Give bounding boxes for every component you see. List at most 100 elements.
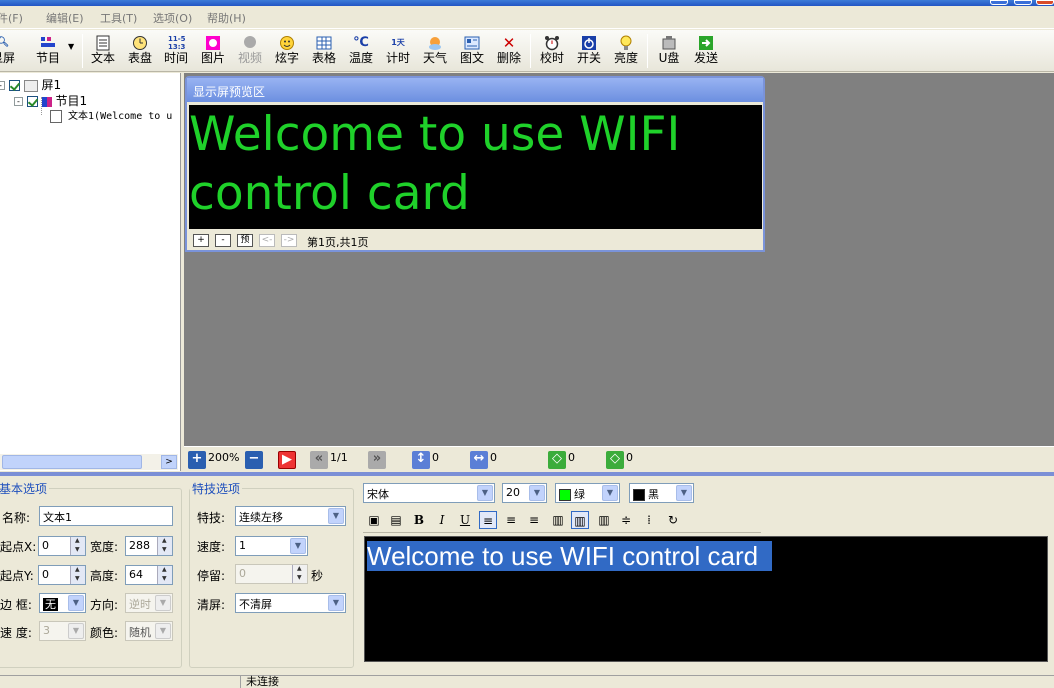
toolbar-timing-button[interactable]: 校时	[538, 35, 566, 69]
menu-file[interactable]: 文件(F)	[0, 10, 23, 26]
tree-node-screen[interactable]: - 屏1	[0, 76, 61, 93]
minimize-button[interactable]	[990, 0, 1008, 5]
scroll-right-icon[interactable]: >	[161, 455, 177, 469]
close-button[interactable]	[1036, 0, 1054, 5]
align-left-icon[interactable]: ≡	[479, 511, 497, 529]
toolbar-text-button[interactable]: 文本	[89, 35, 117, 69]
chevron-down-icon[interactable]: ▼	[68, 42, 74, 51]
maximize-button[interactable]	[1014, 0, 1032, 5]
chevron-down-icon[interactable]: ▼	[477, 485, 493, 501]
chevron-down-icon[interactable]: ▼	[155, 623, 171, 639]
toolbar-delete-button[interactable]: ✕ 删除	[495, 35, 523, 69]
menu-options[interactable]: 选项(O)	[153, 10, 192, 26]
tree-node-text[interactable]: 文本1(Welcome to u	[50, 107, 172, 123]
toolbar-send-button[interactable]: 发送	[692, 35, 720, 69]
chevron-down-icon[interactable]: ▼	[290, 538, 306, 554]
clear-select[interactable]: 不清屏 ▼	[235, 593, 346, 613]
valign-bottom-icon[interactable]: ▥	[595, 511, 613, 529]
vertical-resize-icon[interactable]: ◇	[548, 451, 566, 469]
prev-page-button[interactable]: <-	[259, 234, 275, 247]
border-select[interactable]: 无 ▼	[39, 593, 86, 613]
chevron-down-icon[interactable]: ▼	[529, 485, 545, 501]
toolbar-fancy-text-button[interactable]: 炫字	[273, 35, 301, 69]
toolbar-power-button[interactable]: 开关	[575, 35, 603, 69]
open-folder-icon[interactable]: ▤	[387, 511, 405, 529]
strikethrough-icon[interactable]: ≑	[617, 511, 635, 529]
menu-tools[interactable]: 工具(T)	[100, 10, 137, 26]
chevron-down-icon[interactable]: ▼	[676, 485, 692, 501]
menu-edit[interactable]: 编辑(E)	[46, 10, 84, 26]
y-spinner[interactable]	[70, 566, 85, 584]
speed-select[interactable]: 1 ▼	[235, 536, 308, 556]
zoom-out-icon[interactable]: −	[245, 451, 263, 469]
chevron-down-icon[interactable]: ▼	[155, 595, 171, 611]
underline-icon[interactable]: U	[456, 511, 474, 529]
name-input[interactable]: 文本1	[39, 506, 173, 526]
height-input[interactable]: 64	[125, 565, 173, 585]
chevron-down-icon[interactable]: ▼	[328, 508, 344, 524]
toolbar-usb-button[interactable]: U盘	[655, 35, 683, 69]
x-spinner[interactable]	[70, 537, 85, 555]
preview-button[interactable]: 预	[237, 234, 253, 247]
toolbar-display-button[interactable]: 🔍︎ 显屏	[0, 35, 16, 69]
toolbar-temperature-button[interactable]: ℃ 温度	[347, 35, 375, 69]
border-speed-select[interactable]: 3 ▼	[39, 621, 86, 641]
effect-select[interactable]: 连续左移 ▼	[235, 506, 346, 526]
text-color-select[interactable]: 绿 ▼	[555, 483, 620, 503]
stay-input[interactable]: 0	[235, 564, 308, 584]
toolbar-picture-button[interactable]: 图片	[199, 35, 227, 69]
play-icon[interactable]: ▶	[278, 451, 296, 469]
chevron-down-icon[interactable]: ▼	[328, 595, 344, 611]
italic-icon[interactable]: I	[433, 511, 451, 529]
valign-top-icon[interactable]: ▥	[549, 511, 567, 529]
spacing-icon[interactable]: ⁞	[640, 511, 658, 529]
program-checkbox[interactable]	[26, 96, 38, 107]
scrollbar-thumb[interactable]	[2, 455, 142, 469]
vertical-move-icon[interactable]: ↕	[412, 451, 430, 469]
screen-checkbox[interactable]	[8, 80, 20, 91]
collapse-icon[interactable]: -	[14, 97, 23, 106]
tree-horizontal-scrollbar[interactable]: >	[0, 454, 178, 470]
toolbar-countdown-button[interactable]: 1天 计时	[384, 35, 412, 69]
valign-middle-icon[interactable]: ▥	[571, 511, 589, 529]
direction-select[interactable]: 逆时 ▼	[125, 593, 173, 613]
toolbar-time-button[interactable]: 11-5 13:3 时间	[162, 35, 190, 69]
bg-color-select[interactable]: 黑 ▼	[629, 483, 694, 503]
chevron-down-icon[interactable]: ▼	[68, 623, 84, 639]
align-right-icon[interactable]: ≡	[525, 511, 543, 529]
last-page-icon[interactable]: »	[368, 451, 386, 469]
editor-selected-text[interactable]: Welcome to use WIFI control card	[367, 541, 773, 571]
collapse-icon[interactable]: -	[0, 81, 5, 90]
horizontal-resize-icon[interactable]: ◇	[606, 451, 624, 469]
text-editor[interactable]: Welcome to use WIFI control card	[364, 536, 1048, 662]
y-input[interactable]: 0	[38, 565, 86, 585]
align-center-icon[interactable]: ≡	[502, 511, 520, 529]
zoom-out-button[interactable]: -	[215, 234, 231, 247]
toolbar-video-button[interactable]: 视频	[236, 35, 264, 69]
toolbar-table-button[interactable]: 表格	[310, 35, 338, 69]
height-spinner[interactable]	[157, 566, 172, 584]
chevron-down-icon[interactable]: ▼	[602, 485, 618, 501]
toolbar-program-button[interactable]: 节目	[34, 35, 62, 69]
font-size-select[interactable]: 20 ▼	[502, 483, 547, 503]
zoom-in-icon[interactable]: +	[188, 451, 206, 469]
width-input[interactable]: 288	[125, 536, 173, 556]
toolbar-brightness-button[interactable]: 亮度	[612, 35, 640, 69]
rotate-icon[interactable]: ↻	[664, 511, 682, 529]
zoom-in-button[interactable]: +	[193, 234, 209, 247]
stay-spinner[interactable]	[292, 565, 307, 583]
color-select[interactable]: 随机 ▼	[125, 621, 173, 641]
first-page-icon[interactable]: «	[310, 451, 328, 469]
x-input[interactable]: 0	[38, 536, 86, 556]
width-spinner[interactable]	[157, 537, 172, 555]
chevron-down-icon[interactable]: ▼	[68, 595, 84, 611]
toolbar-weather-button[interactable]: 天气	[421, 35, 449, 69]
toolbar-clock-button[interactable]: 表盘	[126, 35, 154, 69]
bold-icon[interactable]: B	[410, 511, 428, 529]
next-page-button[interactable]: ->	[281, 234, 297, 247]
horizontal-move-icon[interactable]: ↔	[470, 451, 488, 469]
save-icon[interactable]: ▣	[365, 511, 383, 529]
toolbar-image-text-button[interactable]: 图文	[458, 35, 486, 69]
font-select[interactable]: 宋体 ▼	[363, 483, 495, 503]
menu-help[interactable]: 帮助(H)	[207, 10, 246, 26]
